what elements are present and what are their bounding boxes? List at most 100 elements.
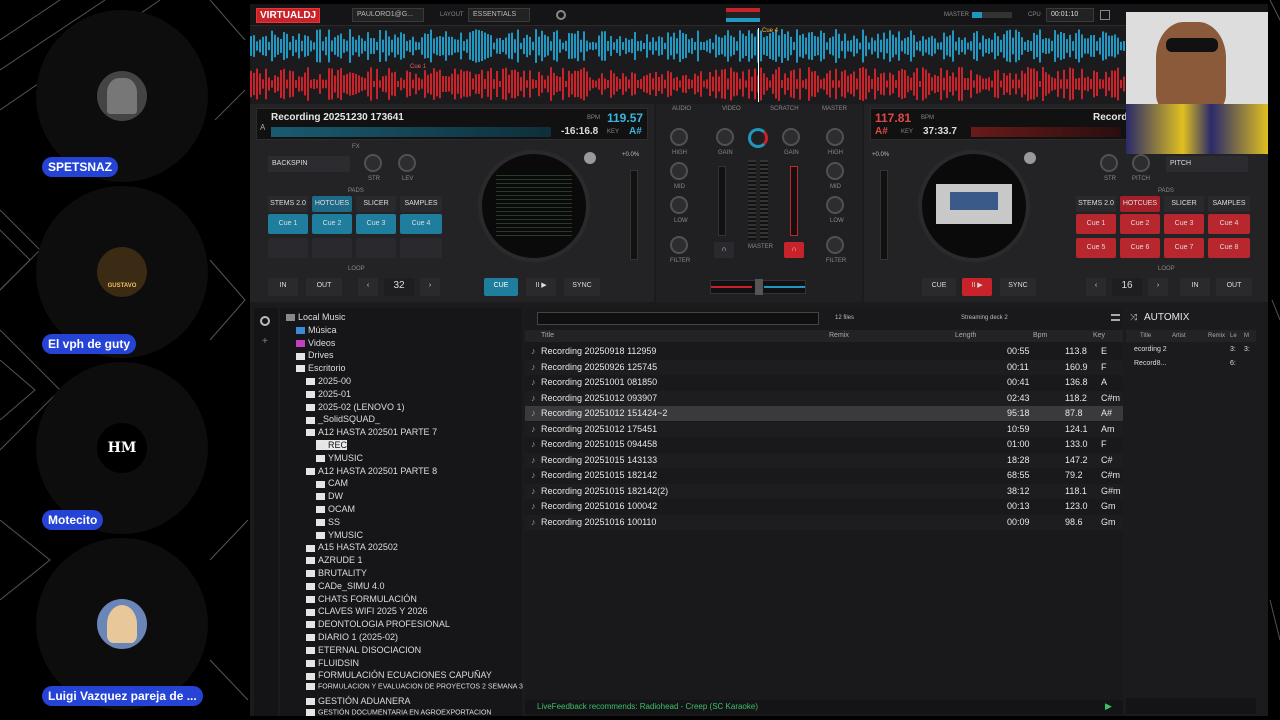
pad-mode-stems[interactable]: STEMS 2.0 — [268, 196, 308, 212]
tree-item[interactable]: BRUTALITY — [306, 568, 367, 578]
cue-button[interactable]: CUE — [484, 278, 518, 296]
fx-select[interactable]: BACKSPIN — [268, 156, 350, 172]
participant-tile[interactable]: HM — [36, 362, 208, 534]
table-row[interactable]: ♪ Recording 20251012 175451 10:59 124.1 Am — [525, 421, 1123, 437]
tree-item[interactable]: Música — [296, 325, 337, 335]
pad-mode-slicer[interactable]: SLICER — [1164, 196, 1204, 212]
empty-pad[interactable] — [400, 238, 442, 258]
str-knob[interactable] — [364, 154, 382, 172]
participant-tile[interactable] — [36, 538, 208, 710]
tree-item[interactable]: REC — [316, 440, 348, 450]
loop-decrease-button[interactable]: ‹ — [1086, 278, 1106, 296]
tree-item[interactable]: A15 HASTA 202502 — [306, 542, 398, 552]
table-row[interactable]: ♪ Recording 20251012 093907 02:43 118.2 C#m — [525, 390, 1123, 406]
automix-row[interactable]: Record8... 6: — [1126, 358, 1256, 370]
turntable-left[interactable] — [478, 150, 590, 262]
table-row[interactable]: ♪ Recording 20251012 151424~2 95:18 87.8 A# — [525, 406, 1123, 421]
user-account[interactable]: PAULORO1@G... — [352, 8, 424, 22]
table-row[interactable]: ♪ Recording 20251015 182142 68:55 79.2 C#m — [525, 468, 1123, 483]
filter-knob-left[interactable] — [670, 236, 688, 254]
headphone-left-button[interactable]: ∩ — [714, 242, 734, 258]
loop-decrease-button[interactable]: ‹ — [358, 278, 378, 296]
tree-item[interactable]: 2025-00 — [306, 376, 351, 386]
high-knob-right[interactable] — [826, 128, 844, 146]
cue-pad-2[interactable]: Cue 2 — [312, 214, 352, 234]
tree-item[interactable]: FLUIDSIN — [306, 658, 359, 668]
cue-pad-5[interactable]: Cue 5 — [1076, 238, 1116, 258]
cue-pad-6[interactable]: Cue 6 — [1120, 238, 1160, 258]
table-row[interactable]: ♪ Recording 20251001 081850 00:41 136.8 A — [525, 375, 1123, 390]
loop-out-button[interactable]: OUT — [1216, 278, 1252, 296]
tree-item[interactable]: DW — [316, 491, 343, 501]
tree-item[interactable]: Local Music — [286, 312, 346, 322]
tree-item[interactable]: Escritorio — [296, 363, 346, 373]
cue-pad-3[interactable]: Cue 3 — [356, 214, 396, 234]
column-title[interactable]: Title — [541, 332, 554, 339]
mid-knob-left[interactable] — [670, 162, 688, 180]
play-pause-button[interactable]: II ▶ — [962, 278, 992, 296]
mixer-tab-audio[interactable]: AUDIO — [672, 106, 691, 112]
high-knob-left[interactable] — [670, 128, 688, 146]
pad-mode-hotcues[interactable]: HOTCUES — [1120, 196, 1160, 212]
tree-item[interactable]: DEONTOLOGIA PROFESIONAL — [306, 619, 450, 629]
pad-mode-stems[interactable]: STEMS 2.0 — [1076, 196, 1116, 212]
cue-button[interactable]: CUE — [922, 278, 956, 296]
table-row[interactable]: ♪ Recording 20251015 182142(2) 38:12 118.1 G… — [525, 483, 1123, 499]
crossfader[interactable] — [710, 279, 806, 295]
key-value[interactable]: A# — [875, 126, 888, 137]
mid-knob-right[interactable] — [826, 162, 844, 180]
cue-pad-8[interactable]: Cue 8 — [1208, 238, 1250, 258]
loop-increase-button[interactable]: › — [420, 278, 440, 296]
table-row[interactable]: ♪ Recording 20251016 100110 00:09 98.6 Gm — [525, 514, 1123, 530]
tree-item[interactable]: Videos — [296, 338, 335, 348]
livefeedback-text[interactable]: LiveFeedback recommends: Radiohead - Cre… — [537, 702, 758, 711]
automix-row[interactable]: ecording 2 3: 3: — [1126, 344, 1256, 356]
cue-pad-4[interactable]: Cue 4 — [1208, 214, 1250, 234]
tree-item[interactable]: 2025-02 (LENOVO 1) — [306, 402, 405, 412]
column-key[interactable]: Key — [1093, 332, 1105, 339]
time-elapsed[interactable]: 37:33.7 — [923, 126, 957, 137]
tree-item[interactable]: A12 HASTA 202501 PARTE 7 — [306, 427, 437, 437]
table-row[interactable]: ♪ Recording 20251015 094458 01:00 133.0 F — [525, 437, 1123, 452]
loop-increase-button[interactable]: › — [1148, 278, 1168, 296]
tree-item[interactable]: CAM — [316, 478, 348, 488]
bpm-value[interactable]: 117.81 — [875, 111, 911, 125]
shuffle-icon[interactable]: ⤨ — [1130, 312, 1137, 323]
tree-item[interactable]: GESTIÓN ADUANERA — [306, 696, 411, 706]
key-value[interactable]: A# — [629, 126, 642, 137]
tree-item[interactable]: FORMULACIÓN ECUACIONES CAPUÑAY — [306, 670, 492, 680]
window-icon[interactable] — [1100, 10, 1110, 20]
tree-item[interactable]: FORMULACION Y EVALUACION DE PROYECTOS 2 … — [306, 683, 523, 691]
tree-item[interactable]: GESTIÓN DOCUMENTARIA EN AGROEXPORTACION — [306, 708, 491, 716]
low-knob-left[interactable] — [670, 196, 688, 214]
pad-mode-slicer[interactable]: SLICER — [356, 196, 396, 212]
loop-in-button[interactable]: IN — [268, 278, 298, 296]
filter-knob-right[interactable] — [826, 236, 844, 254]
cue-pad-1[interactable]: Cue 1 — [1076, 214, 1116, 234]
column-length[interactable]: Length — [955, 332, 976, 339]
play-icon[interactable]: ▶ — [1105, 701, 1112, 712]
pitch-knob[interactable] — [1132, 154, 1150, 172]
loop-in-button[interactable]: IN — [1180, 278, 1210, 296]
table-row[interactable]: ♪ Recording 20250918 112959 00:55 113.8 E — [525, 344, 1123, 359]
tree-item[interactable]: Drives — [296, 350, 334, 360]
tree-item[interactable]: DIARIO 1 (2025-02) — [306, 632, 398, 642]
headphone-right-button[interactable]: ∩ — [784, 242, 804, 258]
automix-col-title[interactable]: Title — [1140, 333, 1151, 339]
tree-item[interactable]: 2025-01 — [306, 389, 351, 399]
table-row[interactable]: ♪ Recording 20251015 143133 18:28 147.2 C# — [525, 452, 1123, 468]
str-knob[interactable] — [1100, 154, 1118, 172]
tree-item[interactable]: YMUSIC — [316, 453, 363, 463]
bpm-value[interactable]: 119.57 — [607, 111, 643, 125]
tree-item[interactable]: CLAVES WIFI 2025 Y 2026 — [306, 606, 428, 616]
search-input[interactable] — [537, 312, 819, 325]
fx-select[interactable]: PITCH — [1166, 156, 1248, 172]
pitch-slider[interactable] — [880, 170, 888, 260]
tree-item[interactable]: OCAM — [316, 504, 355, 514]
mixer-tab-video[interactable]: VIDEO — [722, 106, 741, 112]
loop-length[interactable]: 32 — [384, 278, 414, 296]
automix-col-m[interactable]: M — [1244, 333, 1249, 339]
volume-fader-left[interactable] — [718, 166, 726, 236]
tree-item[interactable]: A12 HASTA 202501 PARTE 8 — [306, 466, 437, 476]
tree-item[interactable]: YMUSIC — [316, 530, 363, 540]
